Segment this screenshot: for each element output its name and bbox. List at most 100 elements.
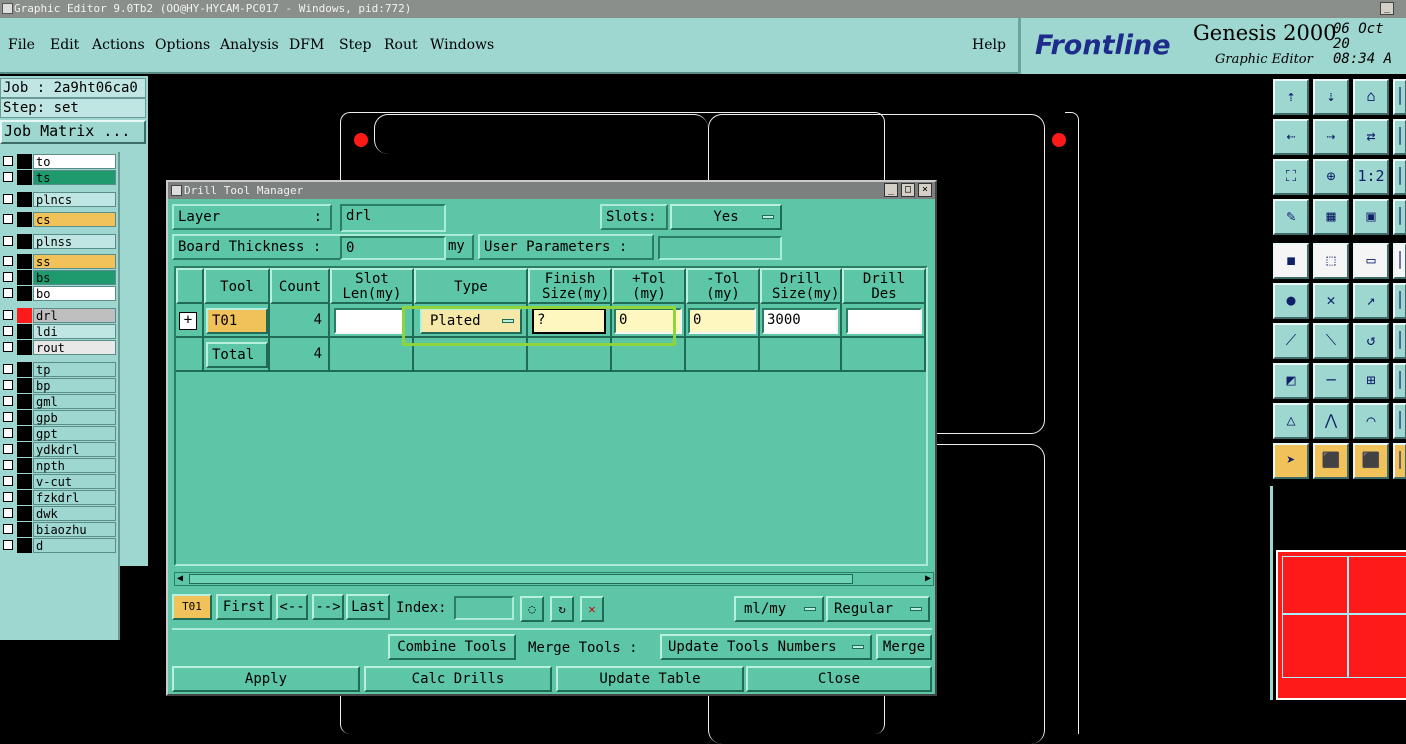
layer-row-ydkdrl[interactable]: ydkdrl (0, 442, 118, 457)
layer-checkbox[interactable] (3, 256, 13, 266)
row-select[interactable]: + (176, 304, 204, 338)
layer-checkbox[interactable] (3, 194, 13, 204)
minimize-button[interactable]: _ (884, 183, 898, 197)
current-tool-button[interactable]: T01 (172, 594, 212, 620)
close-button[interactable]: Close (746, 666, 932, 692)
layer-row-cs[interactable]: cs (0, 212, 118, 227)
layer-row-d[interactable]: d (0, 538, 118, 553)
more-icon[interactable]: │ (1393, 199, 1406, 235)
scroll-left-icon[interactable]: ◀ (177, 574, 183, 584)
more-icon[interactable]: │ (1393, 283, 1406, 319)
angle-icon[interactable]: ⟋ (1273, 323, 1309, 359)
layer-row-npth[interactable]: npth (0, 458, 118, 473)
layer-down-icon[interactable]: ⇣ (1313, 79, 1349, 115)
layer-checkbox[interactable] (3, 492, 13, 502)
center-icon[interactable]: ⊕ (1313, 159, 1349, 195)
layer-checkbox[interactable] (3, 524, 13, 534)
more-icon[interactable]: │ (1393, 159, 1406, 195)
layer-row-dwk[interactable]: dwk (0, 506, 118, 521)
slots-select[interactable]: Yes (670, 204, 782, 230)
minimize-button[interactable]: _ (1380, 2, 1394, 15)
rotate-icon[interactable]: ↺ (1353, 323, 1389, 359)
more-icon[interactable]: │ (1393, 403, 1406, 439)
more-icon[interactable]: │ (1393, 119, 1406, 155)
layer-up-icon[interactable]: ⇡ (1273, 79, 1309, 115)
select-icon[interactable]: ➤ (1273, 443, 1309, 479)
menu-help[interactable]: Help (972, 37, 1006, 53)
calc-drills-button[interactable]: Calc Drills (364, 666, 552, 692)
layer-checkbox[interactable] (3, 396, 13, 406)
index-input[interactable] (454, 596, 514, 620)
scale-icon[interactable]: 1:2 (1353, 159, 1389, 195)
user-parameters-field[interactable] (658, 236, 782, 260)
pad-icon[interactable]: ◩ (1273, 363, 1309, 399)
more-icon[interactable]: │ (1393, 243, 1406, 279)
pick-icon[interactable]: ↗ (1353, 283, 1389, 319)
layer-checkbox[interactable] (3, 214, 13, 224)
more-icon[interactable]: │ (1393, 363, 1406, 399)
close-window-button[interactable]: × (918, 183, 932, 197)
layer-row-to[interactable]: to (0, 154, 118, 169)
update-table-button[interactable]: Update Table (556, 666, 744, 692)
layer-row-v-cut[interactable]: v-cut (0, 474, 118, 489)
menu-rout[interactable]: Rout (384, 37, 418, 53)
prev-button[interactable]: <-- (276, 594, 308, 620)
expand-icon[interactable]: + (179, 312, 197, 330)
menu-file[interactable]: File (8, 37, 35, 53)
snap-icon[interactable]: ⊞ (1353, 363, 1389, 399)
refresh-icon[interactable]: ↻ (550, 596, 574, 622)
merge-mode-select[interactable]: Update Tools Numbers (660, 634, 872, 660)
merge-button[interactable]: Merge (876, 634, 932, 660)
layer-row-biaozhu[interactable]: biaozhu (0, 522, 118, 537)
layer-checkbox[interactable] (3, 272, 13, 282)
more-icon[interactable]: │ (1393, 323, 1406, 359)
apply-button[interactable]: Apply (172, 666, 360, 692)
fit-icon[interactable]: ⛶ (1273, 159, 1309, 195)
job-matrix-button[interactable]: Job Matrix ... (0, 120, 146, 144)
layer-field[interactable]: drl (340, 204, 446, 232)
next-button[interactable]: --> (312, 594, 344, 620)
menu-windows[interactable]: Windows (430, 37, 494, 53)
mode-select[interactable]: Regular (826, 596, 930, 622)
swap-icon[interactable]: ⇄ (1353, 119, 1389, 155)
menu-actions[interactable]: Actions (92, 37, 145, 53)
layer-checkbox[interactable] (3, 342, 13, 352)
layer-checkbox[interactable] (3, 476, 13, 486)
tool-button[interactable]: T01 (206, 308, 268, 334)
layer-checkbox[interactable] (3, 540, 13, 550)
ruler-icon[interactable]: ▭ (1353, 243, 1389, 279)
minus-tol-input[interactable]: 0 (688, 308, 756, 334)
connect-icon[interactable]: ● (1273, 283, 1309, 319)
arc-icon[interactable]: ⌒ (1353, 403, 1389, 439)
layer-row-rout[interactable]: rout (0, 340, 118, 355)
traffic-light-icon[interactable]: ▣ (1353, 199, 1389, 235)
layer-row-ts[interactable]: ts (0, 170, 118, 185)
layer-checkbox[interactable] (3, 236, 13, 246)
layer-row-gpb[interactable]: gpb (0, 410, 118, 425)
screen-edge-icon[interactable]: │ (1393, 79, 1406, 115)
layer-checkbox[interactable] (3, 380, 13, 390)
layer-checkbox[interactable] (3, 326, 13, 336)
table-horizontal-scrollbar[interactable]: ◀ ▶ (174, 572, 934, 586)
step-left-icon[interactable]: ⇠ (1273, 119, 1309, 155)
layer-row-bs[interactable]: bs (0, 270, 118, 285)
dialog-icon[interactable] (171, 185, 182, 196)
record-icon[interactable]: ◼ (1273, 243, 1309, 279)
line-icon[interactable]: ─ (1313, 363, 1349, 399)
app-icon[interactable] (2, 3, 13, 14)
grid-icon[interactable]: ▦ (1313, 199, 1349, 235)
drill-size-input[interactable]: 3000 (762, 308, 838, 334)
delete-icon[interactable]: ✕ (580, 596, 604, 622)
layer-row-ldi[interactable]: ldi (0, 324, 118, 339)
last-button[interactable]: Last (346, 594, 390, 620)
layer-row-bo[interactable]: bo (0, 286, 118, 301)
triangle-outline-icon[interactable]: ⋀ (1313, 403, 1349, 439)
layer-row-fzkdrl[interactable]: fzkdrl (0, 490, 118, 505)
menu-edit[interactable]: Edit (50, 37, 79, 53)
select-box-icon[interactable]: ⬛ (1313, 443, 1349, 479)
layer-row-bp[interactable]: bp (0, 378, 118, 393)
layer-row-plnss[interactable]: plnss (0, 234, 118, 249)
units-select[interactable]: ml/my (734, 596, 824, 622)
slot-len-input[interactable] (334, 308, 404, 334)
more-icon[interactable]: │ (1393, 443, 1406, 479)
